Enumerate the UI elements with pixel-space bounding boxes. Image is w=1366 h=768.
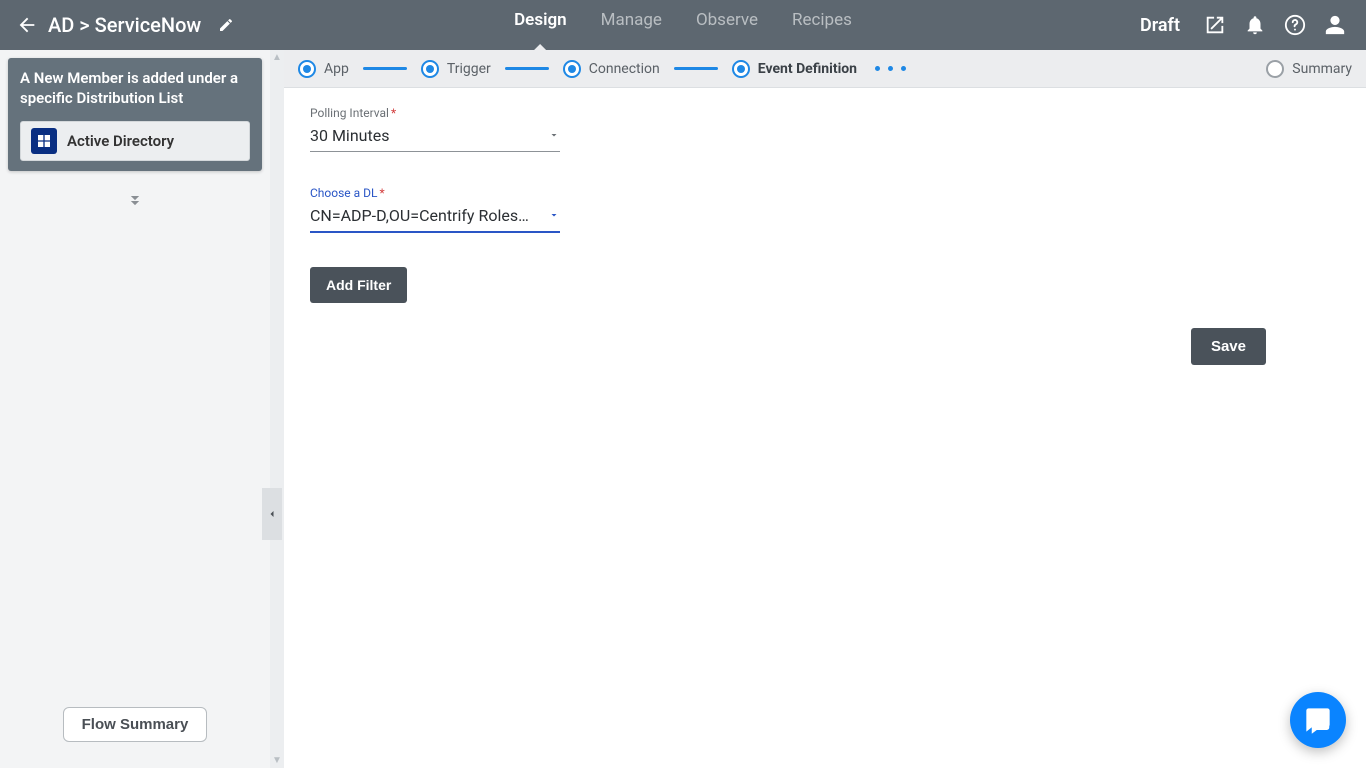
back-arrow-icon[interactable]: [16, 14, 38, 36]
side-panel: A New Member is added under a specific D…: [0, 50, 270, 768]
tab-design[interactable]: Design: [512, 0, 569, 50]
bell-icon[interactable]: [1244, 14, 1266, 36]
field-choose-dl: Choose a DL* CN=ADP-D,OU=Centrify Roles,…: [310, 186, 560, 233]
chevron-down-icon: [548, 206, 560, 225]
scroll-up-icon[interactable]: ▲: [272, 52, 282, 63]
scroll-down-icon[interactable]: ▼: [272, 755, 282, 766]
tab-observe[interactable]: Observe: [694, 0, 760, 50]
step-radio-icon: [1266, 60, 1284, 78]
step-connection[interactable]: Connection: [563, 60, 660, 78]
trigger-card[interactable]: A New Member is added under a specific D…: [8, 58, 262, 171]
open-external-icon[interactable]: [1204, 14, 1226, 36]
step-radio-icon: [732, 60, 750, 78]
choose-dl-select[interactable]: CN=ADP-D,OU=Centrify Roles,OU=G…: [310, 202, 560, 233]
side-footer: Flow Summary: [8, 707, 262, 760]
step-trigger[interactable]: Trigger: [421, 60, 491, 78]
field-polling-interval: Polling Interval* 30 Minutes: [310, 106, 560, 152]
field-label: Choose a DL*: [310, 186, 560, 200]
edit-icon[interactable]: [217, 16, 235, 34]
select-value: 30 Minutes: [310, 126, 389, 145]
help-icon[interactable]: [1284, 14, 1306, 36]
app-chip-label: Active Directory: [67, 132, 174, 150]
side-scrollbar[interactable]: ▲ ▼: [270, 50, 284, 768]
content: App Trigger Connection Event Definition …: [284, 50, 1366, 768]
step-connector: [674, 67, 718, 70]
select-value: CN=ADP-D,OU=Centrify Roles,OU=G…: [310, 206, 530, 225]
user-icon[interactable]: [1324, 14, 1346, 36]
step-app[interactable]: App: [298, 60, 349, 78]
topbar: AD > ServiceNow Design Manage Observe Re…: [0, 0, 1366, 50]
step-radio-icon: [421, 60, 439, 78]
main: A New Member is added under a specific D…: [0, 50, 1366, 768]
breadcrumb: AD > ServiceNow: [48, 13, 201, 37]
topbar-left: AD > ServiceNow: [0, 13, 235, 37]
active-directory-icon: [31, 128, 57, 154]
form-area: Polling Interval* 30 Minutes Choose a DL…: [284, 88, 1366, 768]
status-label: Draft: [1140, 15, 1180, 36]
collapse-handle[interactable]: [262, 488, 282, 540]
step-radio-icon: [563, 60, 581, 78]
tab-manage[interactable]: Manage: [599, 0, 664, 50]
step-summary[interactable]: Summary: [1266, 60, 1352, 78]
chat-fab[interactable]: [1290, 692, 1346, 748]
topbar-right: Draft: [1140, 14, 1366, 36]
top-tabs: Design Manage Observe Recipes: [512, 0, 854, 50]
stepbar: App Trigger Connection Event Definition …: [284, 50, 1366, 88]
tab-recipes[interactable]: Recipes: [790, 0, 854, 50]
save-button[interactable]: Save: [1191, 328, 1266, 365]
add-filter-button[interactable]: Add Filter: [310, 267, 407, 303]
step-radio-icon: [298, 60, 316, 78]
expand-down-icon[interactable]: [125, 191, 145, 215]
trigger-card-title: A New Member is added under a specific D…: [20, 68, 250, 109]
step-connector: [363, 67, 407, 70]
field-label: Polling Interval*: [310, 106, 560, 120]
polling-interval-select[interactable]: 30 Minutes: [310, 122, 560, 152]
step-event-definition[interactable]: Event Definition: [732, 60, 857, 78]
chevron-down-icon: [548, 126, 560, 145]
step-connector: [505, 67, 549, 70]
app-chip[interactable]: Active Directory: [20, 121, 250, 161]
step-dots: [871, 66, 910, 71]
flow-summary-button[interactable]: Flow Summary: [63, 707, 208, 742]
